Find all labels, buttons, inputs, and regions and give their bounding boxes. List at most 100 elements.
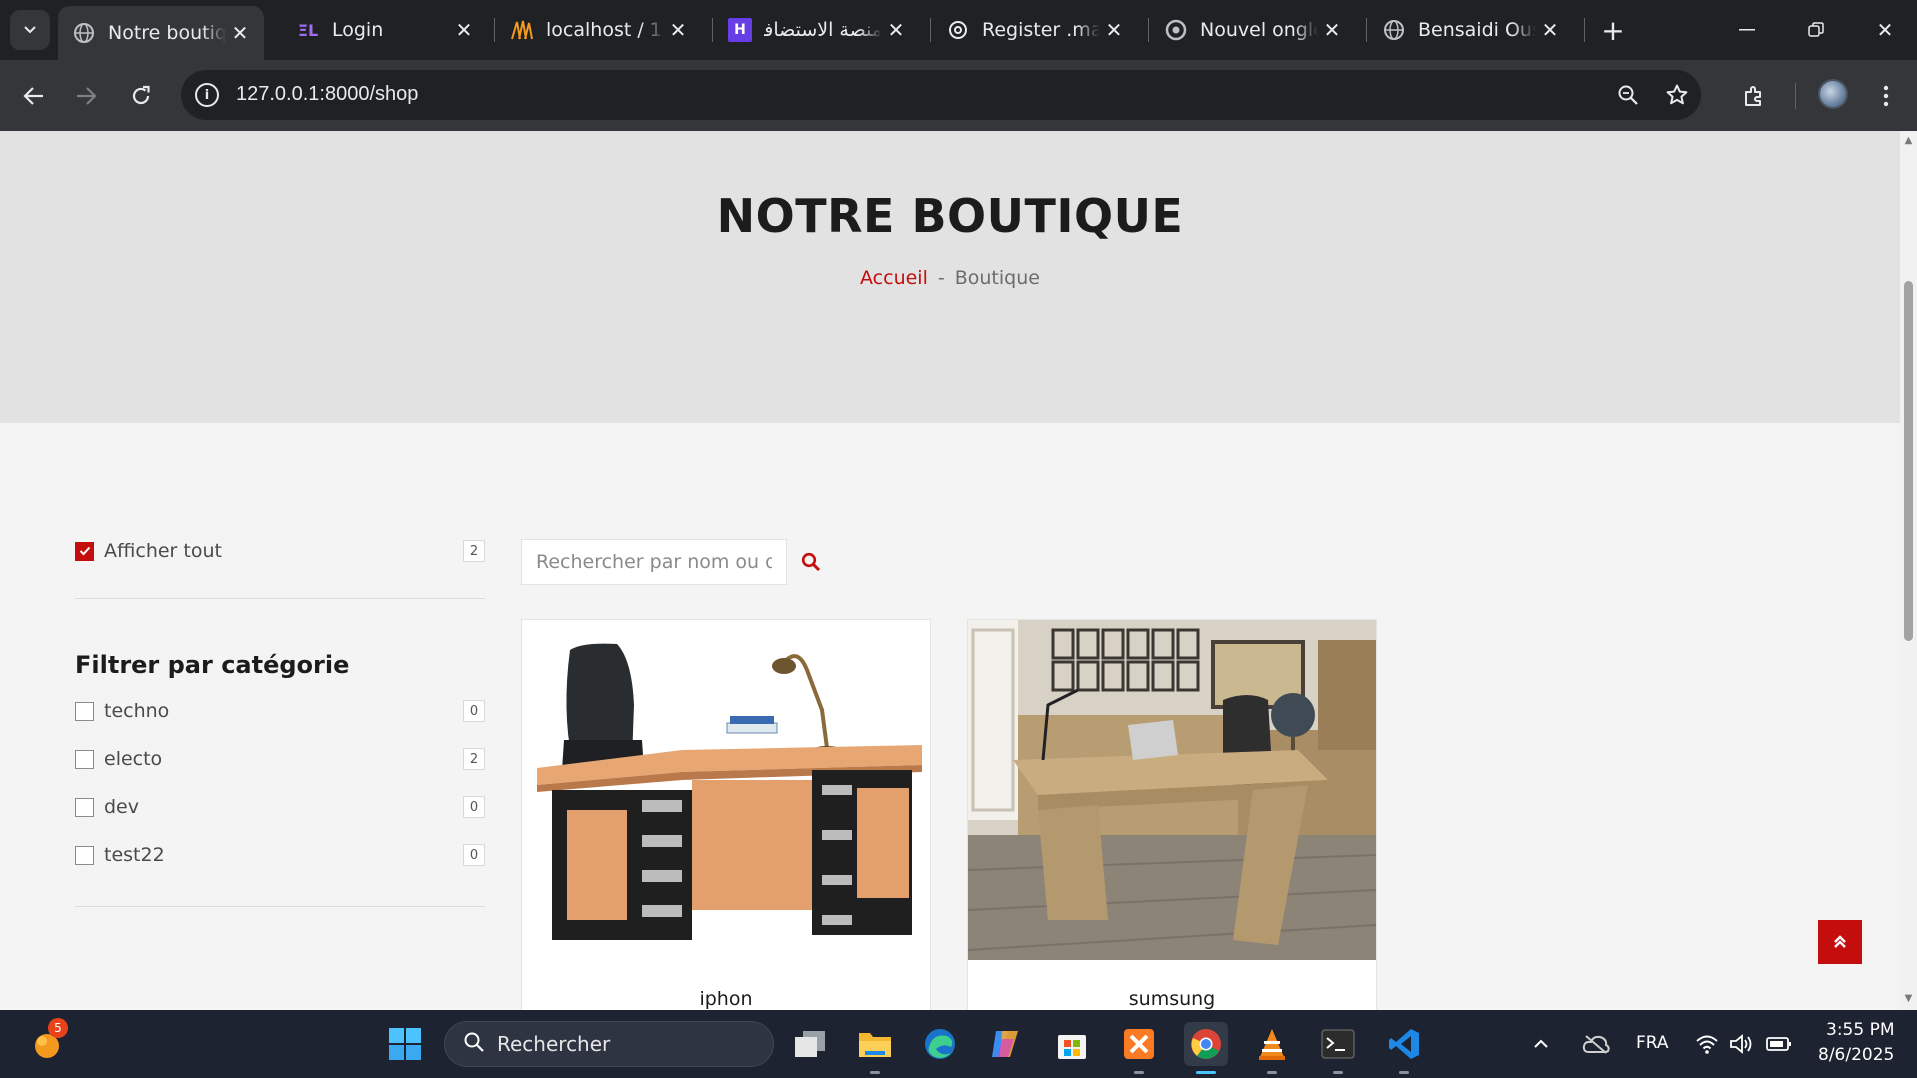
search-icon [463, 1031, 485, 1057]
zoom-icon[interactable] [1613, 80, 1643, 110]
xampp-icon[interactable] [1117, 1022, 1161, 1074]
vscode-icon[interactable] [1382, 1022, 1426, 1074]
microsoft-store-icon[interactable] [1050, 1022, 1094, 1066]
task-view-icon[interactable] [788, 1022, 832, 1066]
close-icon[interactable]: ✕ [450, 18, 478, 42]
tab-separator [1148, 18, 1149, 42]
copilot-icon[interactable] [983, 1022, 1027, 1066]
restore-icon[interactable] [1798, 12, 1834, 48]
count-badge: 0 [463, 796, 485, 818]
wifi-icon[interactable] [1692, 1022, 1722, 1066]
category-filter-item[interactable]: dev 0 [75, 792, 485, 822]
close-window-icon[interactable]: ✕ [1867, 12, 1903, 48]
extensions-puzzle-icon[interactable] [1735, 77, 1773, 115]
tab-separator [1584, 18, 1585, 42]
running-indicator [1267, 1071, 1277, 1074]
onedrive-cloud-icon[interactable] [1578, 1022, 1614, 1066]
product-search-input[interactable] [522, 540, 786, 584]
notification-badge: 5 [48, 1018, 68, 1038]
vlc-icon[interactable] [1250, 1022, 1294, 1074]
tab-title: Nouvel onglet [1200, 19, 1318, 41]
url-text[interactable]: 127.0.0.1:8000/shop [236, 83, 418, 106]
product-image-desk-wooden[interactable] [968, 620, 1376, 960]
reload-icon[interactable] [122, 77, 160, 115]
page-viewport: NOTRE BOUTIQUE Accueil - Boutique Afficher… [0, 131, 1900, 1010]
tab-localhost[interactable]: localhost / 127.0.0.1 ✕ [496, 8, 702, 52]
breadcrumb-home-link[interactable]: Accueil [860, 267, 928, 289]
breadcrumb-current: Boutique [954, 267, 1040, 289]
bookmark-star-icon[interactable] [1662, 80, 1692, 110]
windows-taskbar: 5 Rechercher FRA 3:55 PM 8/6/2025 [0, 1010, 1917, 1078]
forward-arrow-icon[interactable] [67, 77, 105, 115]
running-indicator [1196, 1071, 1216, 1074]
close-icon[interactable]: ✕ [1536, 18, 1564, 42]
scrollbar-thumb[interactable] [1904, 281, 1913, 641]
scroll-down-arrow-icon[interactable]: ▼ [1903, 993, 1914, 1004]
terminal-icon[interactable] [1316, 1022, 1360, 1074]
running-indicator [1333, 1071, 1343, 1074]
product-image-desk-orange[interactable] [522, 620, 930, 960]
product-card[interactable]: sumsung [967, 619, 1377, 1010]
profile-avatar[interactable] [1818, 79, 1848, 109]
running-indicator [1399, 1071, 1409, 1074]
category-checkbox[interactable] [75, 749, 94, 769]
close-icon[interactable]: ✕ [664, 18, 692, 42]
windows-start-icon[interactable] [383, 1022, 427, 1066]
show-hidden-icons-chevron-icon[interactable] [1525, 1022, 1557, 1066]
minimize-icon[interactable] [1729, 12, 1765, 48]
scroll-up-arrow-icon[interactable]: ▲ [1903, 135, 1914, 146]
chrome-icon [1164, 18, 1188, 42]
tab-register[interactable]: Register .ma d ✕ [932, 8, 1138, 52]
new-tab-button[interactable]: + [1597, 14, 1629, 47]
page-hero-banner: NOTRE BOUTIQUE Accueil - Boutique [0, 131, 1900, 423]
category-label: techno [104, 700, 170, 722]
tab-title: Notre boutique [108, 22, 226, 44]
tab-hosting-platform[interactable]: H منصة الاستضافة ✕ [714, 8, 920, 52]
tab-login[interactable]: ΞL Login ✕ [282, 8, 488, 52]
hostinger-icon: H [728, 18, 752, 42]
category-label: test22 [104, 844, 165, 866]
filter-show-all[interactable]: Afficher tout 2 [75, 536, 485, 566]
category-filter-item[interactable]: test22 0 [75, 840, 485, 870]
edge-browser-icon[interactable] [918, 1022, 962, 1066]
clock-time[interactable]: 3:55 PM [1826, 1020, 1895, 1040]
tab-nouvel-onglet[interactable]: Nouvel onglet ✕ [1150, 8, 1356, 52]
close-icon[interactable]: ✕ [226, 21, 254, 45]
tab-bensaidi[interactable]: Bensaidi Ouss ✕ [1368, 8, 1574, 52]
close-icon[interactable]: ✕ [1318, 18, 1346, 42]
tab-notre-boutique[interactable]: Notre boutique ✕ [58, 6, 264, 60]
browser-toolbar: i 127.0.0.1:8000/shop [0, 60, 1917, 131]
category-filter-item[interactable]: techno 0 [75, 696, 485, 726]
page-scrollbar[interactable]: ▲ ▼ [1900, 131, 1917, 1010]
category-filter-item[interactable]: electo 2 [75, 744, 485, 774]
address-bar[interactable]: i 127.0.0.1:8000/shop [181, 70, 1701, 120]
category-label: electo [104, 748, 163, 770]
category-checkbox[interactable] [75, 845, 94, 865]
close-icon[interactable]: ✕ [1100, 18, 1128, 42]
language-indicator[interactable]: FRA [1636, 1033, 1669, 1053]
file-explorer-icon[interactable] [853, 1022, 897, 1074]
breadcrumb: Accueil - Boutique [0, 267, 1900, 289]
battery-icon[interactable] [1764, 1022, 1794, 1066]
sidebar-divider [75, 906, 485, 907]
count-badge: 2 [463, 540, 485, 562]
volume-icon[interactable] [1726, 1022, 1756, 1066]
product-name[interactable]: iphon [522, 988, 930, 1010]
product-card[interactable]: iphon [521, 619, 931, 1010]
chrome-taskbar-icon[interactable] [1184, 1022, 1228, 1074]
search-icon[interactable] [797, 546, 825, 578]
close-icon[interactable]: ✕ [882, 18, 910, 42]
category-checkbox[interactable] [75, 701, 94, 721]
tab-search-chevron-icon[interactable] [10, 10, 50, 50]
clock-date[interactable]: 8/6/2025 [1818, 1045, 1894, 1065]
category-checkbox[interactable] [75, 797, 94, 817]
site-info-icon[interactable]: i [195, 83, 219, 107]
sidebar-divider [75, 598, 485, 599]
back-to-top-button[interactable] [1818, 920, 1862, 964]
chrome-menu-kebab-icon[interactable] [1867, 77, 1905, 115]
count-badge: 0 [463, 700, 485, 722]
taskbar-search-box[interactable]: Rechercher [444, 1021, 774, 1067]
show-all-checkbox[interactable] [75, 541, 94, 561]
product-name[interactable]: sumsung [968, 988, 1376, 1010]
back-arrow-icon[interactable] [15, 77, 53, 115]
